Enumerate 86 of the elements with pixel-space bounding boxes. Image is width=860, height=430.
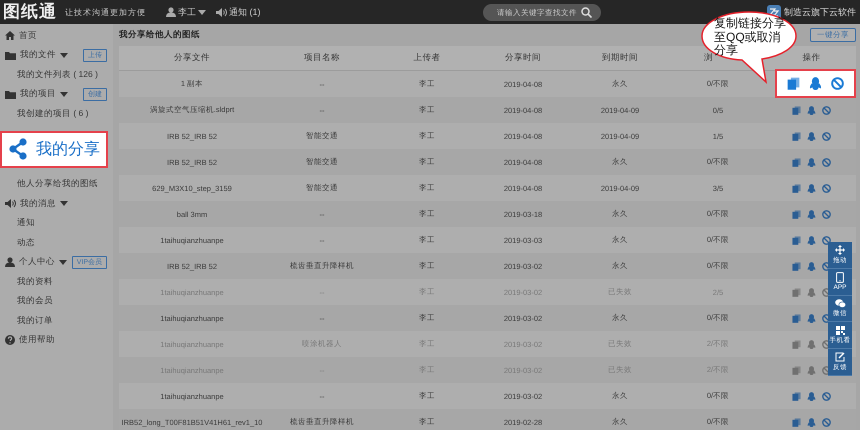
penguin-icon[interactable]	[807, 392, 816, 400]
caret-icon	[60, 92, 68, 97]
cancel-icon[interactable]	[830, 77, 844, 90]
speaker-icon	[5, 199, 16, 208]
help-icon	[5, 335, 15, 346]
phone-icon	[836, 272, 844, 284]
penguin-icon[interactable]	[808, 77, 822, 90]
caret-icon	[60, 52, 68, 58]
caret-icon	[60, 201, 68, 206]
speaker-icon	[216, 8, 227, 16]
penguin-icon[interactable]	[807, 236, 816, 244]
move-icon	[835, 244, 845, 255]
copy-icon[interactable]	[792, 340, 801, 348]
cancel-icon[interactable]	[822, 418, 831, 426]
user-menu[interactable]: 李工	[178, 6, 196, 18]
copy-icon[interactable]	[792, 210, 801, 218]
slogan: 让技术沟通更加方便	[65, 6, 146, 18]
copy-icon[interactable]	[792, 106, 801, 114]
chat-icon	[834, 298, 846, 308]
copy-icon[interactable]	[792, 158, 801, 166]
column-header: 分享时间	[505, 52, 541, 64]
nav-item[interactable]: 我创建的项目 ( 6 )	[17, 108, 88, 120]
callout-text: 复制链接分享至QQ或取消分享	[714, 17, 786, 58]
column-header: 分享文件	[174, 52, 210, 64]
copy-icon[interactable]	[792, 262, 801, 270]
cancel-icon[interactable]	[822, 158, 831, 166]
penguin-icon[interactable]	[807, 366, 816, 374]
copy-icon[interactable]	[787, 77, 800, 90]
nav-item[interactable]: 首页	[19, 30, 37, 42]
copy-icon[interactable]	[792, 418, 801, 426]
folder-icon	[5, 50, 16, 60]
column-header: 浏	[704, 52, 713, 64]
penguin-icon[interactable]	[807, 418, 816, 426]
caret-icon	[59, 260, 67, 265]
brand-text: 制造云旗下云软件	[784, 6, 856, 17]
cancel-icon[interactable]	[822, 106, 831, 114]
caret-icon	[198, 10, 206, 14]
app-logo[interactable]: 图纸通	[3, 2, 57, 22]
nav-group[interactable]: 个人中心	[19, 256, 55, 268]
penguin-icon[interactable]	[807, 106, 816, 114]
penguin-icon[interactable]	[807, 158, 816, 166]
share-icon	[8, 138, 28, 160]
column-header: 操作	[802, 52, 820, 64]
notice-link[interactable]: 通知 (1)	[229, 6, 260, 18]
nav-item[interactable]: 我的会员	[17, 295, 53, 308]
cancel-icon[interactable]	[822, 236, 831, 244]
person-icon	[166, 7, 176, 17]
cancel-icon[interactable]	[822, 184, 831, 192]
copy-icon[interactable]	[792, 366, 801, 374]
person-icon	[5, 257, 15, 268]
cancel-icon[interactable]	[822, 132, 831, 140]
nav-group[interactable]: 我的消息	[20, 198, 56, 210]
penguin-icon[interactable]	[807, 184, 816, 192]
penguin-icon[interactable]	[807, 314, 816, 322]
penguin-icon[interactable]	[807, 132, 816, 140]
copy-icon[interactable]	[792, 236, 801, 244]
search-icon[interactable]	[581, 6, 592, 18]
penguin-icon[interactable]	[807, 210, 816, 218]
edit-icon	[835, 352, 845, 362]
column-header: 到期时间	[602, 52, 638, 64]
nav-item[interactable]: 我的分享	[36, 138, 100, 160]
penguin-icon[interactable]	[807, 262, 816, 270]
nav-item[interactable]: 动态	[17, 236, 35, 249]
copy-icon[interactable]	[792, 184, 801, 192]
nav-item[interactable]: 我的订单	[17, 314, 53, 327]
cancel-icon[interactable]	[822, 392, 831, 400]
section-title: 我分享给他人的图纸	[119, 29, 200, 41]
nav-group[interactable]: 我的项目	[20, 88, 56, 100]
column-header: 项目名称	[304, 52, 340, 64]
copy-icon[interactable]	[792, 132, 801, 140]
nav-item[interactable]: 使用帮助	[19, 334, 55, 346]
cancel-icon[interactable]	[822, 210, 831, 218]
copy-icon[interactable]	[792, 288, 801, 296]
copy-icon[interactable]	[792, 392, 801, 400]
folder-icon	[5, 90, 16, 99]
copy-icon[interactable]	[792, 314, 801, 322]
nav-item[interactable]: 他人分享给我的图纸	[17, 178, 98, 190]
nav-item[interactable]: 通知	[17, 217, 35, 230]
penguin-icon[interactable]	[807, 288, 816, 296]
home-icon	[5, 31, 15, 40]
nav-item[interactable]: 我的资料	[17, 276, 53, 288]
qr-code-icon	[836, 326, 844, 335]
nav-group[interactable]: 我的文件	[20, 49, 56, 62]
penguin-icon[interactable]	[807, 340, 816, 348]
nav-item[interactable]: 我的文件列表 ( 126 )	[17, 68, 98, 81]
column-header: 上传者	[414, 52, 440, 64]
